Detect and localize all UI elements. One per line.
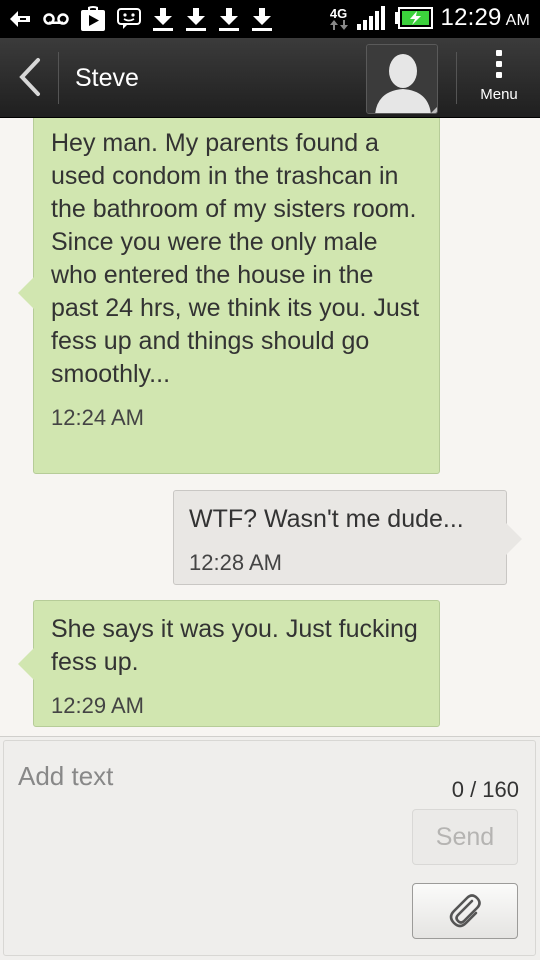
usb-icon: [8, 5, 32, 33]
message-input[interactable]: Add text 0 / 160 Send: [3, 740, 536, 956]
header-divider: [456, 52, 457, 104]
character-counter: 0 / 160: [451, 777, 519, 802]
status-bar: 4G 12:29 AM: [0, 0, 540, 38]
message-text: She says it was you. Just fucking fess u…: [51, 615, 418, 676]
composer: Add text 0 / 160 Send: [0, 736, 540, 960]
message-bubble-incoming[interactable]: Hey man. My parents found a used condom …: [18, 118, 440, 474]
bubble-tail: [506, 523, 522, 555]
notification-icons: [8, 5, 273, 33]
conversation-header: Steve Menu: [0, 38, 540, 118]
chat-icon: [117, 5, 141, 33]
overflow-menu-icon: [466, 50, 532, 78]
message-list[interactable]: Hey man. My parents found a used condom …: [0, 118, 540, 736]
download-icon: [185, 5, 207, 33]
bubble-tail: [18, 648, 34, 680]
clock: 12:29 AM: [441, 4, 530, 32]
download-icon: [251, 5, 273, 33]
menu-button[interactable]: Menu: [466, 46, 532, 110]
message-text: Hey man. My parents found a used condom …: [51, 129, 420, 388]
download-icon: [218, 5, 240, 33]
system-icons: 4G 12:29 AM: [329, 4, 530, 32]
back-button[interactable]: [10, 54, 50, 100]
message-timestamp: 12:28 AM: [189, 550, 282, 575]
paperclip-icon: [449, 894, 481, 928]
message-bubble-outgoing[interactable]: WTF? Wasn't me dude... 12:28 AM: [173, 490, 522, 585]
send-button[interactable]: Send: [412, 809, 518, 865]
clock-time: 12:29: [440, 4, 502, 31]
header-divider: [58, 52, 59, 104]
clock-ampm: AM: [505, 12, 530, 29]
attach-button[interactable]: [412, 883, 518, 939]
message-timestamp: 12:29 AM: [51, 693, 144, 718]
signal-icon: [356, 4, 387, 32]
network-type-icon: 4G: [329, 4, 349, 32]
battery-icon: [394, 4, 433, 32]
menu-label: Menu: [480, 86, 518, 103]
download-icon: [152, 5, 174, 33]
message-bubble-incoming[interactable]: She says it was you. Just fucking fess u…: [18, 600, 440, 727]
message-timestamp: 12:24 AM: [51, 405, 144, 430]
play-store-icon: [80, 5, 106, 33]
bubble-tail: [18, 277, 34, 309]
contact-name[interactable]: Steve: [75, 64, 139, 93]
contact-avatar-icon: [367, 45, 437, 113]
contact-photo[interactable]: [366, 44, 438, 114]
message-input-placeholder: Add text: [18, 761, 114, 791]
network-type-label: 4G: [329, 5, 348, 21]
message-text: WTF? Wasn't me dude...: [189, 505, 464, 533]
voicemail-icon: [43, 5, 69, 33]
back-arrow-icon: [19, 58, 40, 96]
